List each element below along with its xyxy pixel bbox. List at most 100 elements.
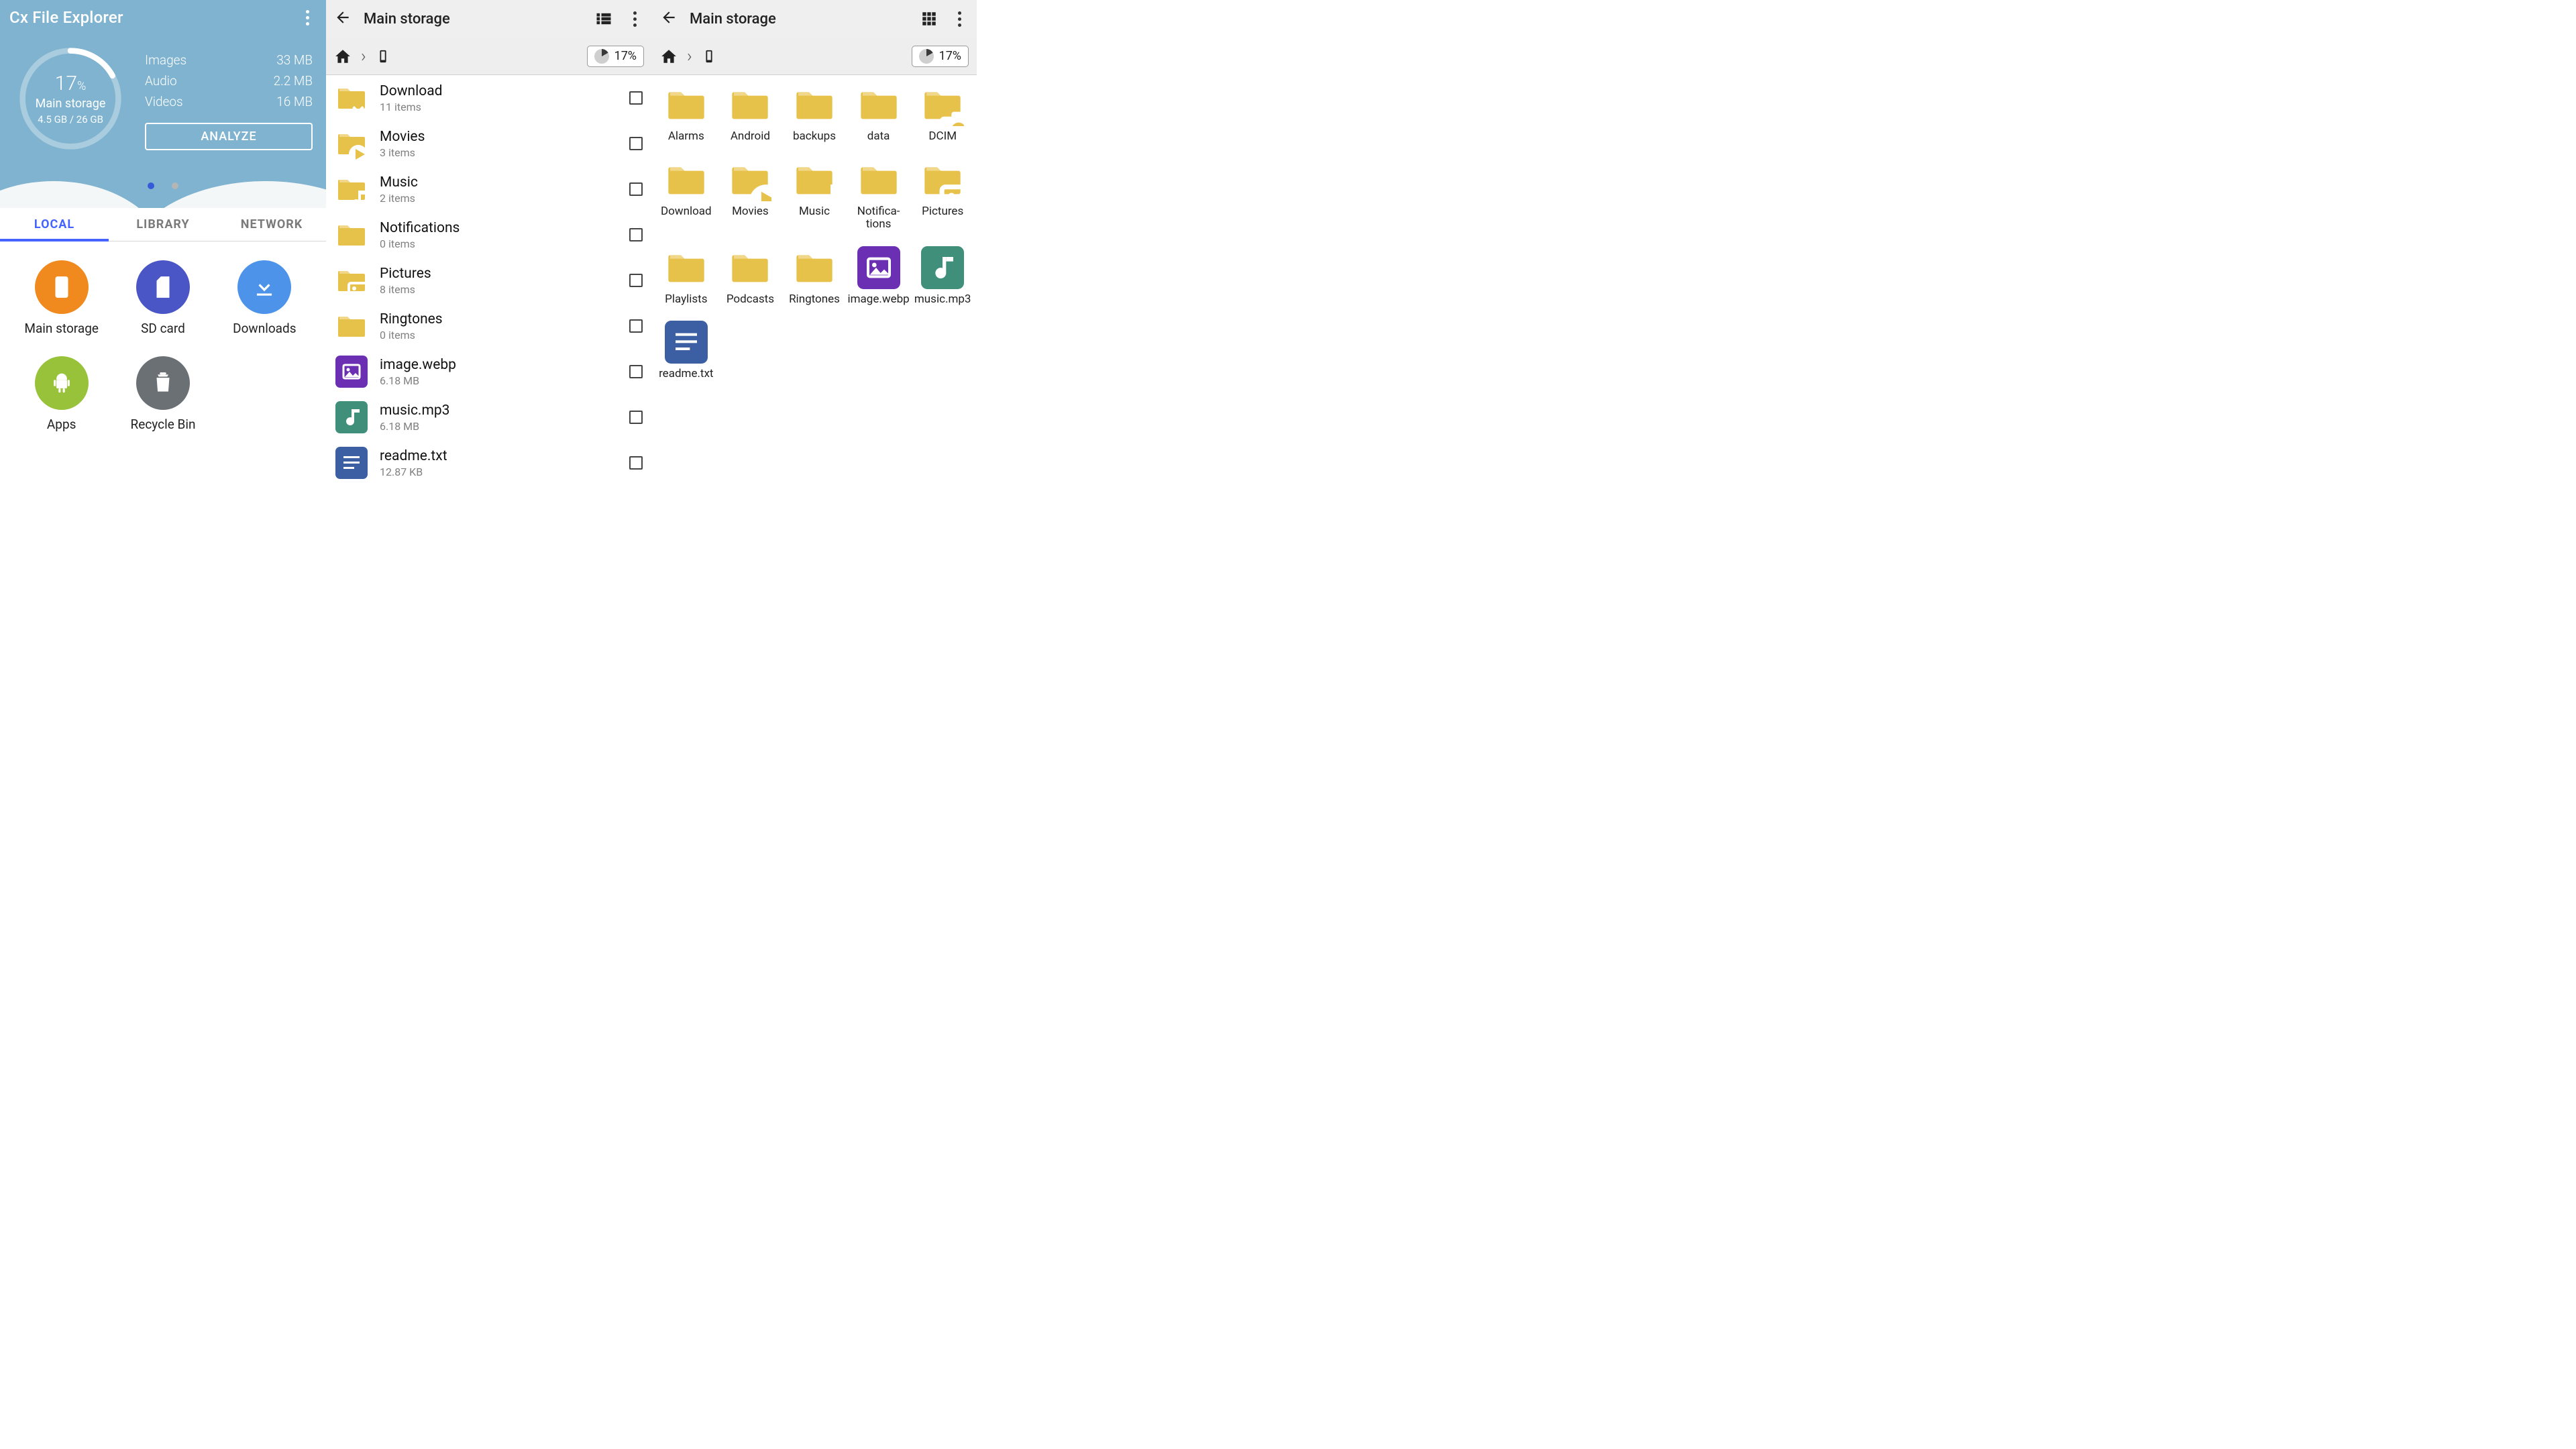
download-icon xyxy=(237,260,291,314)
page-title: Main storage xyxy=(690,11,908,28)
select-checkbox[interactable] xyxy=(629,411,643,424)
grid-item[interactable]: Playlists xyxy=(655,246,718,307)
storage-ring[interactable]: 17% Main storage 4.5 GB / 26 GB xyxy=(13,42,127,156)
item-name: Movies xyxy=(380,129,617,145)
location-label: Recycle Bin xyxy=(131,417,196,432)
back-button[interactable] xyxy=(660,9,678,29)
back-button[interactable] xyxy=(334,9,352,29)
analyze-button[interactable]: ANALYZE xyxy=(145,123,313,150)
select-checkbox[interactable] xyxy=(629,137,643,150)
grid-item[interactable]: image.webp xyxy=(847,246,910,307)
grid-item[interactable]: DCIM xyxy=(911,83,974,144)
select-checkbox[interactable] xyxy=(629,91,643,105)
overflow-menu-icon[interactable] xyxy=(950,9,969,28)
overflow-menu-icon[interactable] xyxy=(298,8,317,27)
item-name: image.webp xyxy=(847,293,909,307)
grid-item[interactable]: Download xyxy=(655,158,718,231)
grid-item[interactable]: backups xyxy=(783,83,846,144)
grid-item[interactable]: Podcasts xyxy=(719,246,782,307)
media-stat: Images 33 MB xyxy=(145,50,313,70)
folder-icon xyxy=(921,158,964,201)
view-list-icon[interactable] xyxy=(594,9,613,28)
media-stat: Audio2.2 MB xyxy=(145,70,313,91)
select-checkbox[interactable] xyxy=(629,319,643,333)
media-stat: Videos16 MB xyxy=(145,91,313,112)
storage-pill[interactable]: 17% xyxy=(912,46,969,67)
folder-icon xyxy=(335,219,368,251)
folder-icon xyxy=(335,127,368,160)
item-name: Download xyxy=(380,83,617,99)
location-label: Main storage xyxy=(24,321,99,336)
pie-icon xyxy=(919,49,934,64)
location-main-storage[interactable]: Main storage xyxy=(11,260,112,336)
device-icon[interactable] xyxy=(376,48,390,65)
location-apps[interactable]: Apps xyxy=(11,356,112,432)
item-subtext: 6.18 MB xyxy=(380,374,617,387)
item-name: Podcasts xyxy=(727,293,774,307)
list-item[interactable]: Download 11 items xyxy=(326,75,652,121)
tab-library[interactable]: LIBRARY xyxy=(109,208,217,241)
list-item[interactable]: Music 2 items xyxy=(326,166,652,212)
item-subtext: 6.18 MB xyxy=(380,420,617,433)
doc-icon xyxy=(335,447,368,479)
location-recycle-bin[interactable]: Recycle Bin xyxy=(112,356,213,432)
select-checkbox[interactable] xyxy=(629,182,643,196)
grid-item[interactable]: Notifica­tions xyxy=(847,158,910,231)
overflow-menu-icon[interactable] xyxy=(625,9,644,28)
media-label: Images xyxy=(145,52,186,68)
select-checkbox[interactable] xyxy=(629,456,643,470)
folder-icon xyxy=(857,158,900,201)
location-sd-card[interactable]: SD card xyxy=(112,260,213,336)
breadcrumb: › 17% xyxy=(652,38,977,75)
location-label: SD card xyxy=(141,321,185,336)
item-name: Alarms xyxy=(668,130,704,144)
item-name: readme.txt xyxy=(659,368,713,381)
list-item[interactable]: Pictures 8 items xyxy=(326,258,652,303)
home-icon[interactable] xyxy=(660,48,678,65)
grid-item[interactable]: Ringtones xyxy=(783,246,846,307)
item-name: Ringtones xyxy=(380,311,617,327)
location-downloads[interactable]: Downloads xyxy=(214,260,315,336)
grid-item[interactable]: Alarms xyxy=(655,83,718,144)
item-name: Music xyxy=(799,205,830,219)
grid-item[interactable]: Pictures xyxy=(911,158,974,231)
grid-item[interactable]: music.mp3 xyxy=(911,246,974,307)
item-subtext: 3 items xyxy=(380,146,617,159)
select-checkbox[interactable] xyxy=(629,365,643,378)
folder-icon xyxy=(793,246,836,289)
location-label: Downloads xyxy=(233,321,296,336)
list-item[interactable]: Notifications 0 items xyxy=(326,212,652,258)
list-item[interactable]: music.mp3 6.18 MB xyxy=(326,394,652,440)
folder-icon xyxy=(665,83,708,126)
grid-item[interactable]: Music xyxy=(783,158,846,231)
view-grid-icon[interactable] xyxy=(920,10,938,28)
grid-item[interactable]: data xyxy=(847,83,910,144)
list-item[interactable]: Movies 3 items xyxy=(326,121,652,166)
image-icon xyxy=(335,356,368,388)
home-icon[interactable] xyxy=(334,48,352,65)
list-item[interactable]: readme.txt 12.87 KB xyxy=(326,440,652,486)
grid-item[interactable]: readme.txt xyxy=(655,321,718,381)
select-checkbox[interactable] xyxy=(629,228,643,241)
hero-panel: Cx File Explorer 17% Main storage 4.5 GB… xyxy=(0,0,326,208)
home-pane: Cx File Explorer 17% Main storage 4.5 GB… xyxy=(0,0,326,547)
item-name: Playlists xyxy=(665,293,707,307)
grid-item[interactable]: Movies xyxy=(719,158,782,231)
device-icon[interactable] xyxy=(702,48,716,65)
phone-icon xyxy=(35,260,89,314)
folder-icon xyxy=(335,173,368,205)
item-subtext: 8 items xyxy=(380,283,617,296)
storage-pill-value: 17% xyxy=(939,49,961,63)
tab-network[interactable]: NETWORK xyxy=(217,208,326,241)
item-name: Music xyxy=(380,174,617,191)
item-subtext: 11 items xyxy=(380,101,617,113)
storage-pill[interactable]: 17% xyxy=(587,46,644,67)
media-value: 33 MB xyxy=(276,52,313,68)
grid-item[interactable]: Android xyxy=(719,83,782,144)
list-item[interactable]: Ringtones 0 items xyxy=(326,303,652,349)
tab-local[interactable]: LOCAL xyxy=(0,208,109,241)
media-label: Audio xyxy=(145,73,177,89)
android-icon xyxy=(35,356,89,410)
select-checkbox[interactable] xyxy=(629,274,643,287)
list-item[interactable]: image.webp 6.18 MB xyxy=(326,349,652,394)
